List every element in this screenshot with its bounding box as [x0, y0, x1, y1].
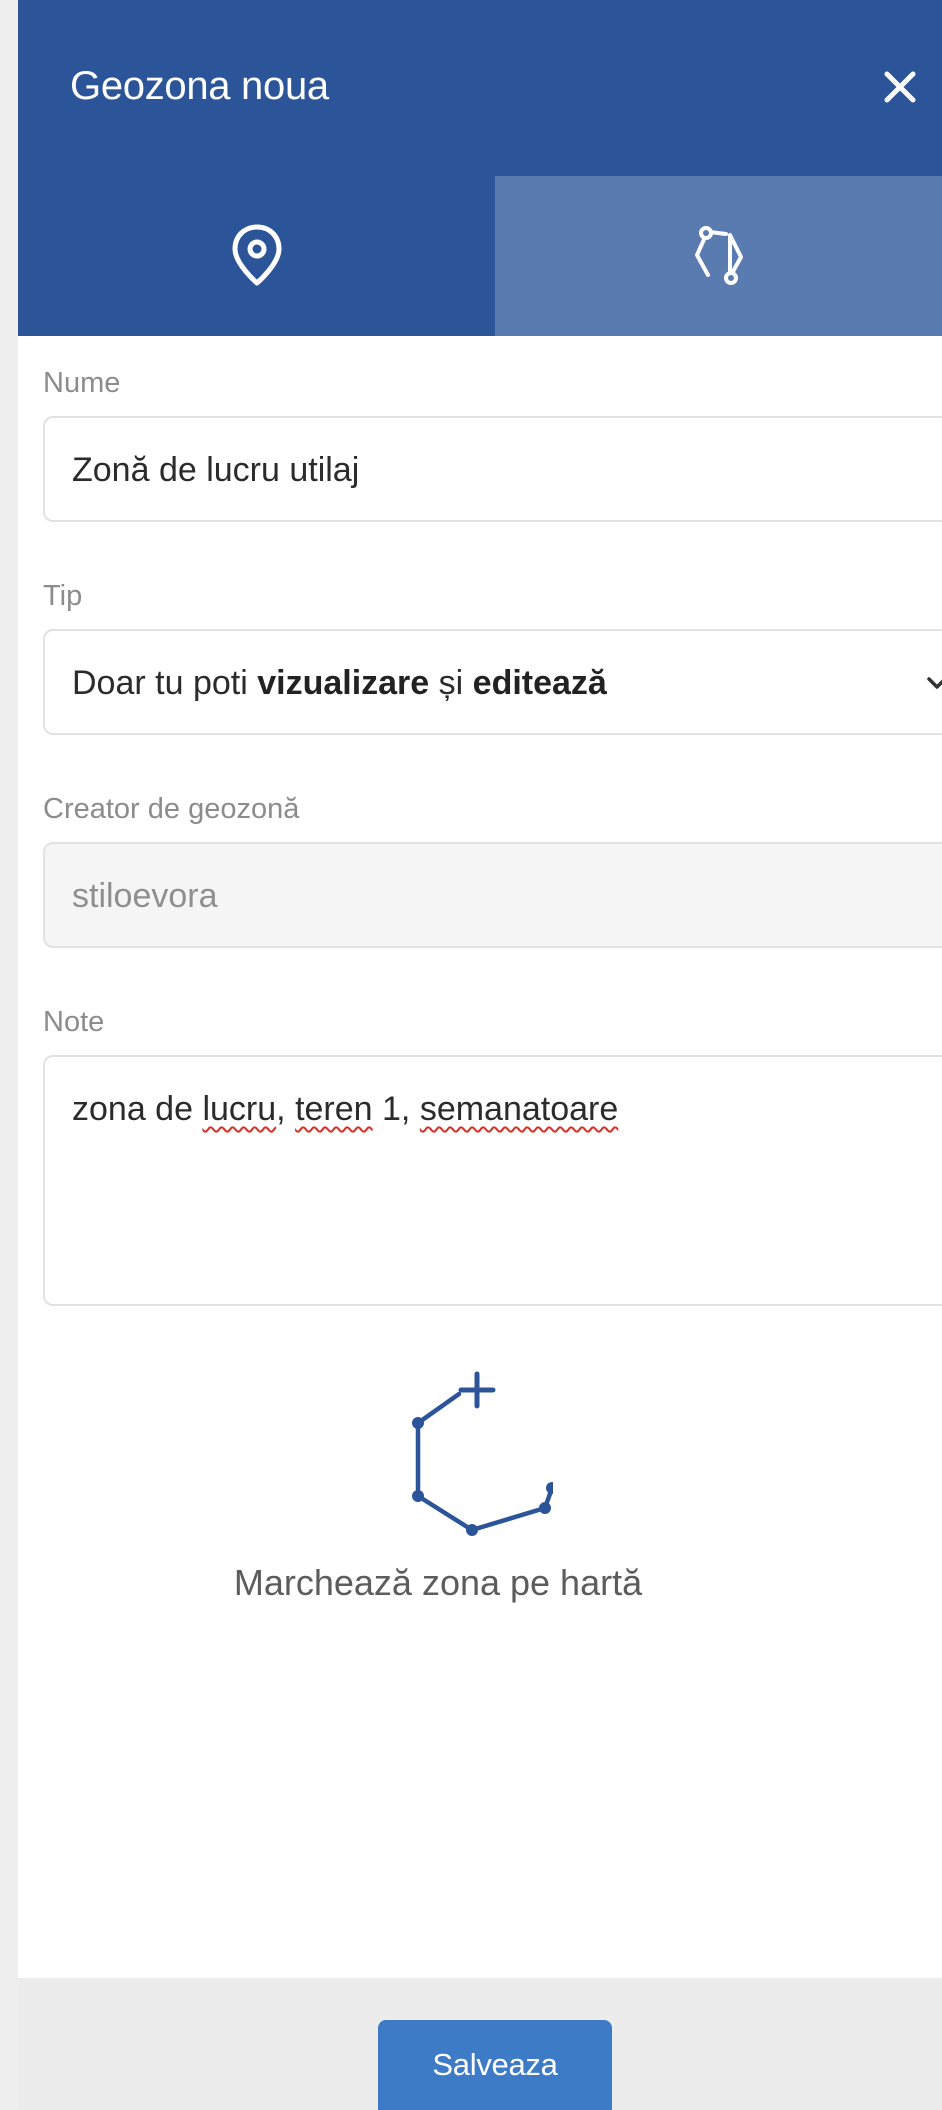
- panel-header: Geozona noua: [18, 0, 942, 176]
- geozone-panel: Geozona noua Nume Zonă de lucru utilaj T…: [18, 0, 942, 2110]
- name-label: Nume: [43, 367, 121, 399]
- notes-value: zona de lucru, teren 1, semanatoare: [72, 1090, 619, 1128]
- panel-title: Geozona noua: [70, 64, 329, 108]
- creator-field: stiloevora: [43, 842, 942, 948]
- name-value: Zonă de lucru utilaj: [72, 451, 360, 489]
- notes-label: Note: [43, 1006, 105, 1038]
- tab-bar: [18, 176, 942, 336]
- notes-textarea[interactable]: zona de lucru, teren 1, semanatoare: [43, 1055, 942, 1306]
- save-button[interactable]: Salveaza: [378, 2020, 612, 2110]
- name-input[interactable]: Zonă de lucru utilaj: [43, 416, 942, 522]
- type-value: Doar tu poti vizualizare și editează: [72, 664, 607, 702]
- tab-point[interactable]: [18, 176, 495, 336]
- creator-label: Creator de geozonă: [43, 793, 300, 825]
- draw-zone-button[interactable]: Marchează zona pe hartă: [18, 1360, 942, 1610]
- creator-value: stiloevora: [72, 877, 218, 915]
- chevron-down-icon: [927, 677, 942, 689]
- map-edge: [0, 0, 18, 2110]
- map-pin-icon: [232, 224, 281, 286]
- close-icon: [884, 71, 916, 103]
- page: Geozona noua Nume Zonă de lucru utilaj T…: [0, 0, 942, 2110]
- tab-polygon[interactable]: [495, 176, 942, 336]
- type-select[interactable]: Doar tu poti vizualizare și editează: [43, 629, 942, 735]
- draw-polygon-icon: [412, 1371, 553, 1536]
- draw-zone-label: Marchează zona pe hartă: [233, 1562, 643, 1603]
- polygon-icon: [694, 226, 743, 285]
- type-label: Tip: [43, 580, 83, 612]
- close-button[interactable]: [868, 55, 932, 119]
- panel-footer: Salveaza: [18, 1978, 942, 2110]
